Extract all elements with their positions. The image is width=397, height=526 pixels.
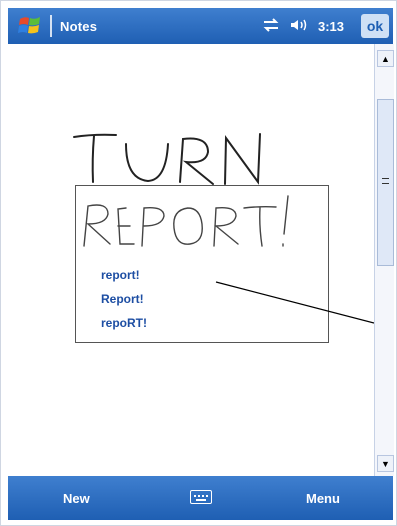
- recognition-popup: report! Report! repoRT!: [75, 185, 329, 343]
- scroll-down-icon[interactable]: ▼: [377, 455, 394, 472]
- menu-bar: New Menu: [8, 476, 393, 520]
- windows-start-icon[interactable]: [14, 10, 46, 42]
- scrollbar-thumb[interactable]: [377, 99, 394, 266]
- vertical-scrollbar[interactable]: ▲ ▼: [374, 44, 394, 476]
- keyboard-icon[interactable]: [190, 490, 212, 504]
- new-button[interactable]: New: [63, 476, 90, 520]
- alternate-item[interactable]: repoRT!: [101, 316, 147, 330]
- scroll-up-icon[interactable]: ▲: [377, 50, 394, 67]
- title-separator: [50, 15, 52, 37]
- speaker-icon[interactable]: [290, 18, 308, 35]
- app-title: Notes: [60, 18, 98, 34]
- notes-canvas[interactable]: report! Report! repoRT!: [8, 44, 374, 476]
- alternate-item[interactable]: report!: [101, 268, 140, 282]
- menu-button[interactable]: Menu: [306, 476, 340, 520]
- ink-word-turn: [73, 133, 261, 185]
- alternate-item[interactable]: Report!: [101, 292, 144, 306]
- ink-word-report: [83, 195, 289, 247]
- connectivity-icon[interactable]: [262, 17, 280, 35]
- ok-button[interactable]: ok: [361, 14, 389, 38]
- title-bar: Notes 3:13 ok: [8, 8, 393, 44]
- clock[interactable]: 3:13: [318, 19, 344, 34]
- status-area[interactable]: 3:13: [262, 8, 344, 44]
- grip-icon: [382, 178, 389, 184]
